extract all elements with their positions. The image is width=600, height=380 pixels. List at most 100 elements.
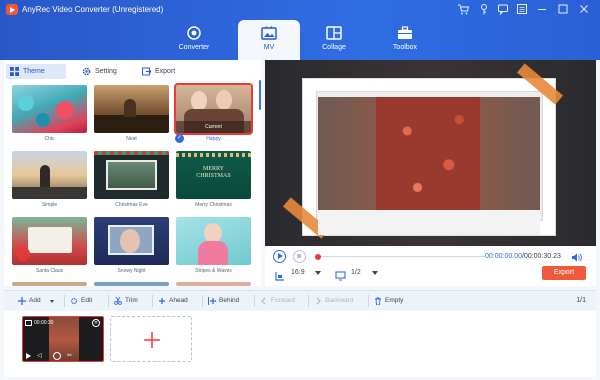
backward-button[interactable]: Backward bbox=[312, 294, 366, 308]
maximize-icon[interactable] bbox=[556, 2, 570, 16]
menu-icon[interactable] bbox=[515, 2, 529, 16]
current-badge: Current bbox=[176, 121, 251, 133]
close-icon[interactable] bbox=[577, 2, 591, 16]
app-window: AnyRec Video Converter (Unregistered) Co… bbox=[0, 0, 600, 380]
subtab-theme[interactable]: Theme bbox=[6, 64, 66, 79]
nav-tab-toolbox[interactable]: Toolbox bbox=[374, 20, 436, 60]
key-icon[interactable] bbox=[477, 2, 491, 16]
divider bbox=[202, 295, 203, 307]
subtab-setting[interactable]: Setting bbox=[78, 64, 128, 79]
subtab-export[interactable]: Export bbox=[138, 64, 188, 79]
ahead-button[interactable]: Ahead bbox=[156, 294, 198, 308]
merry-christmas-text: MERRY CHRISTMAS bbox=[196, 166, 231, 179]
mv-icon bbox=[261, 26, 277, 40]
play-icon[interactable] bbox=[273, 250, 286, 263]
video-preview bbox=[265, 60, 596, 246]
theme-label: Neat bbox=[126, 136, 137, 142]
plus-icon bbox=[144, 332, 160, 348]
aspect-ratio-icon bbox=[275, 268, 285, 281]
divider bbox=[64, 295, 65, 307]
volume-icon[interactable] bbox=[571, 250, 582, 262]
nav-tab-collage[interactable]: Collage bbox=[303, 20, 365, 60]
ahead-label: Ahead bbox=[169, 297, 188, 304]
aspect-dropdown-icon[interactable] bbox=[315, 271, 321, 275]
progress-track[interactable] bbox=[321, 256, 485, 257]
empty-label: Empty bbox=[385, 297, 404, 304]
aspect-ratio-value[interactable]: 16:9 bbox=[291, 268, 305, 278]
add-button[interactable]: Add bbox=[16, 294, 60, 308]
theme-list-scrollbar[interactable] bbox=[259, 80, 261, 110]
export-button[interactable]: Export bbox=[542, 266, 586, 280]
chat-icon[interactable] bbox=[496, 2, 510, 16]
theme-thumb-happy[interactable]: Current bbox=[174, 83, 253, 135]
edit-icon bbox=[70, 297, 78, 305]
timeline-clip[interactable]: 00:00:30 ✕ ◁ ✂ bbox=[22, 316, 104, 362]
clip-play-icon[interactable] bbox=[26, 353, 31, 359]
scissors-icon bbox=[114, 297, 122, 305]
theme-label: Santa Claus bbox=[35, 268, 64, 274]
nav-label-mv: MV bbox=[263, 44, 275, 51]
subtab-theme-label: Theme bbox=[23, 68, 45, 75]
theme-thumb-simple[interactable] bbox=[12, 151, 87, 199]
clip-edit-icon[interactable] bbox=[53, 352, 61, 360]
empty-button[interactable]: Empty bbox=[372, 294, 416, 308]
trim-button[interactable]: Trim bbox=[112, 294, 148, 308]
theme-thumb-snowy-night[interactable] bbox=[94, 217, 169, 265]
edit-button[interactable]: Edit bbox=[68, 294, 104, 308]
theme-thumb-chic[interactable] bbox=[12, 85, 87, 133]
edit-label: Edit bbox=[81, 297, 93, 304]
theme-thumb-santa-claus[interactable] bbox=[12, 217, 87, 265]
theme-thumb-partial[interactable] bbox=[94, 282, 169, 286]
header-bar: AnyRec Video Converter (Unregistered) Co… bbox=[0, 0, 600, 60]
theme-label: Chic bbox=[44, 136, 55, 142]
minimize-icon[interactable] bbox=[535, 2, 549, 16]
backward-icon bbox=[316, 297, 321, 305]
forward-button[interactable]: Forward bbox=[258, 294, 306, 308]
nav-tab-converter[interactable]: Converter bbox=[163, 20, 225, 60]
converter-icon bbox=[187, 26, 201, 40]
gear-icon bbox=[82, 67, 91, 76]
nav-tab-mv[interactable]: MV bbox=[238, 20, 300, 60]
theme-thumb-partial[interactable] bbox=[176, 282, 251, 286]
app-logo-icon bbox=[6, 4, 18, 15]
backward-label: Backward bbox=[325, 297, 354, 304]
forward-icon bbox=[261, 297, 266, 305]
theme-thumb-merry-christmas[interactable]: MERRY CHRISTMAS bbox=[176, 151, 251, 199]
theme-label: Happy bbox=[206, 136, 221, 142]
film-icon bbox=[25, 320, 32, 326]
plus-icon bbox=[18, 297, 26, 305]
forward-label: Forward bbox=[271, 297, 295, 304]
theme-label: Christmas Eve bbox=[115, 202, 148, 208]
trash-icon bbox=[375, 297, 381, 305]
divider bbox=[368, 295, 369, 307]
window-title: AnyRec Video Converter (Unregistered) bbox=[22, 5, 164, 14]
divider bbox=[108, 295, 109, 307]
cart-icon[interactable] bbox=[456, 2, 470, 16]
theme-thumb-neat[interactable] bbox=[94, 85, 169, 133]
theme-thumb-partial[interactable] bbox=[12, 282, 87, 286]
stop-icon[interactable] bbox=[293, 250, 306, 263]
page-dropdown-icon[interactable] bbox=[372, 271, 378, 275]
subtab-export-label: Export bbox=[155, 68, 176, 75]
theme-thumb-stripes-waves[interactable] bbox=[176, 217, 251, 265]
fish-photo bbox=[318, 97, 540, 210]
nav-label-toolbox: Toolbox bbox=[392, 44, 418, 51]
collage-icon bbox=[326, 26, 342, 40]
progress-handle[interactable] bbox=[315, 254, 321, 260]
divider bbox=[308, 295, 309, 307]
theme-thumb-christmas-eve[interactable] bbox=[94, 151, 169, 199]
clip-trim-icon[interactable]: ✂ bbox=[67, 352, 75, 360]
clip-volume-icon[interactable]: ◁ bbox=[37, 352, 45, 360]
clip-remove-icon[interactable]: ✕ bbox=[92, 319, 100, 327]
export-icon bbox=[142, 67, 151, 76]
plus-ahead-icon bbox=[159, 298, 165, 304]
page-value[interactable]: 1/2 bbox=[351, 268, 361, 278]
trim-label: Trim bbox=[125, 297, 138, 304]
time-total: 00:00:30.23 bbox=[523, 253, 561, 260]
time-current: 00:00:00.00 bbox=[485, 253, 522, 260]
add-clip-button[interactable] bbox=[110, 316, 192, 362]
theme-label: Merry Christmas bbox=[195, 202, 232, 208]
divider bbox=[254, 295, 255, 307]
time-display: 00:00:00.00/00:00:30.23 bbox=[485, 252, 561, 262]
behind-button[interactable]: Behind bbox=[206, 294, 250, 308]
